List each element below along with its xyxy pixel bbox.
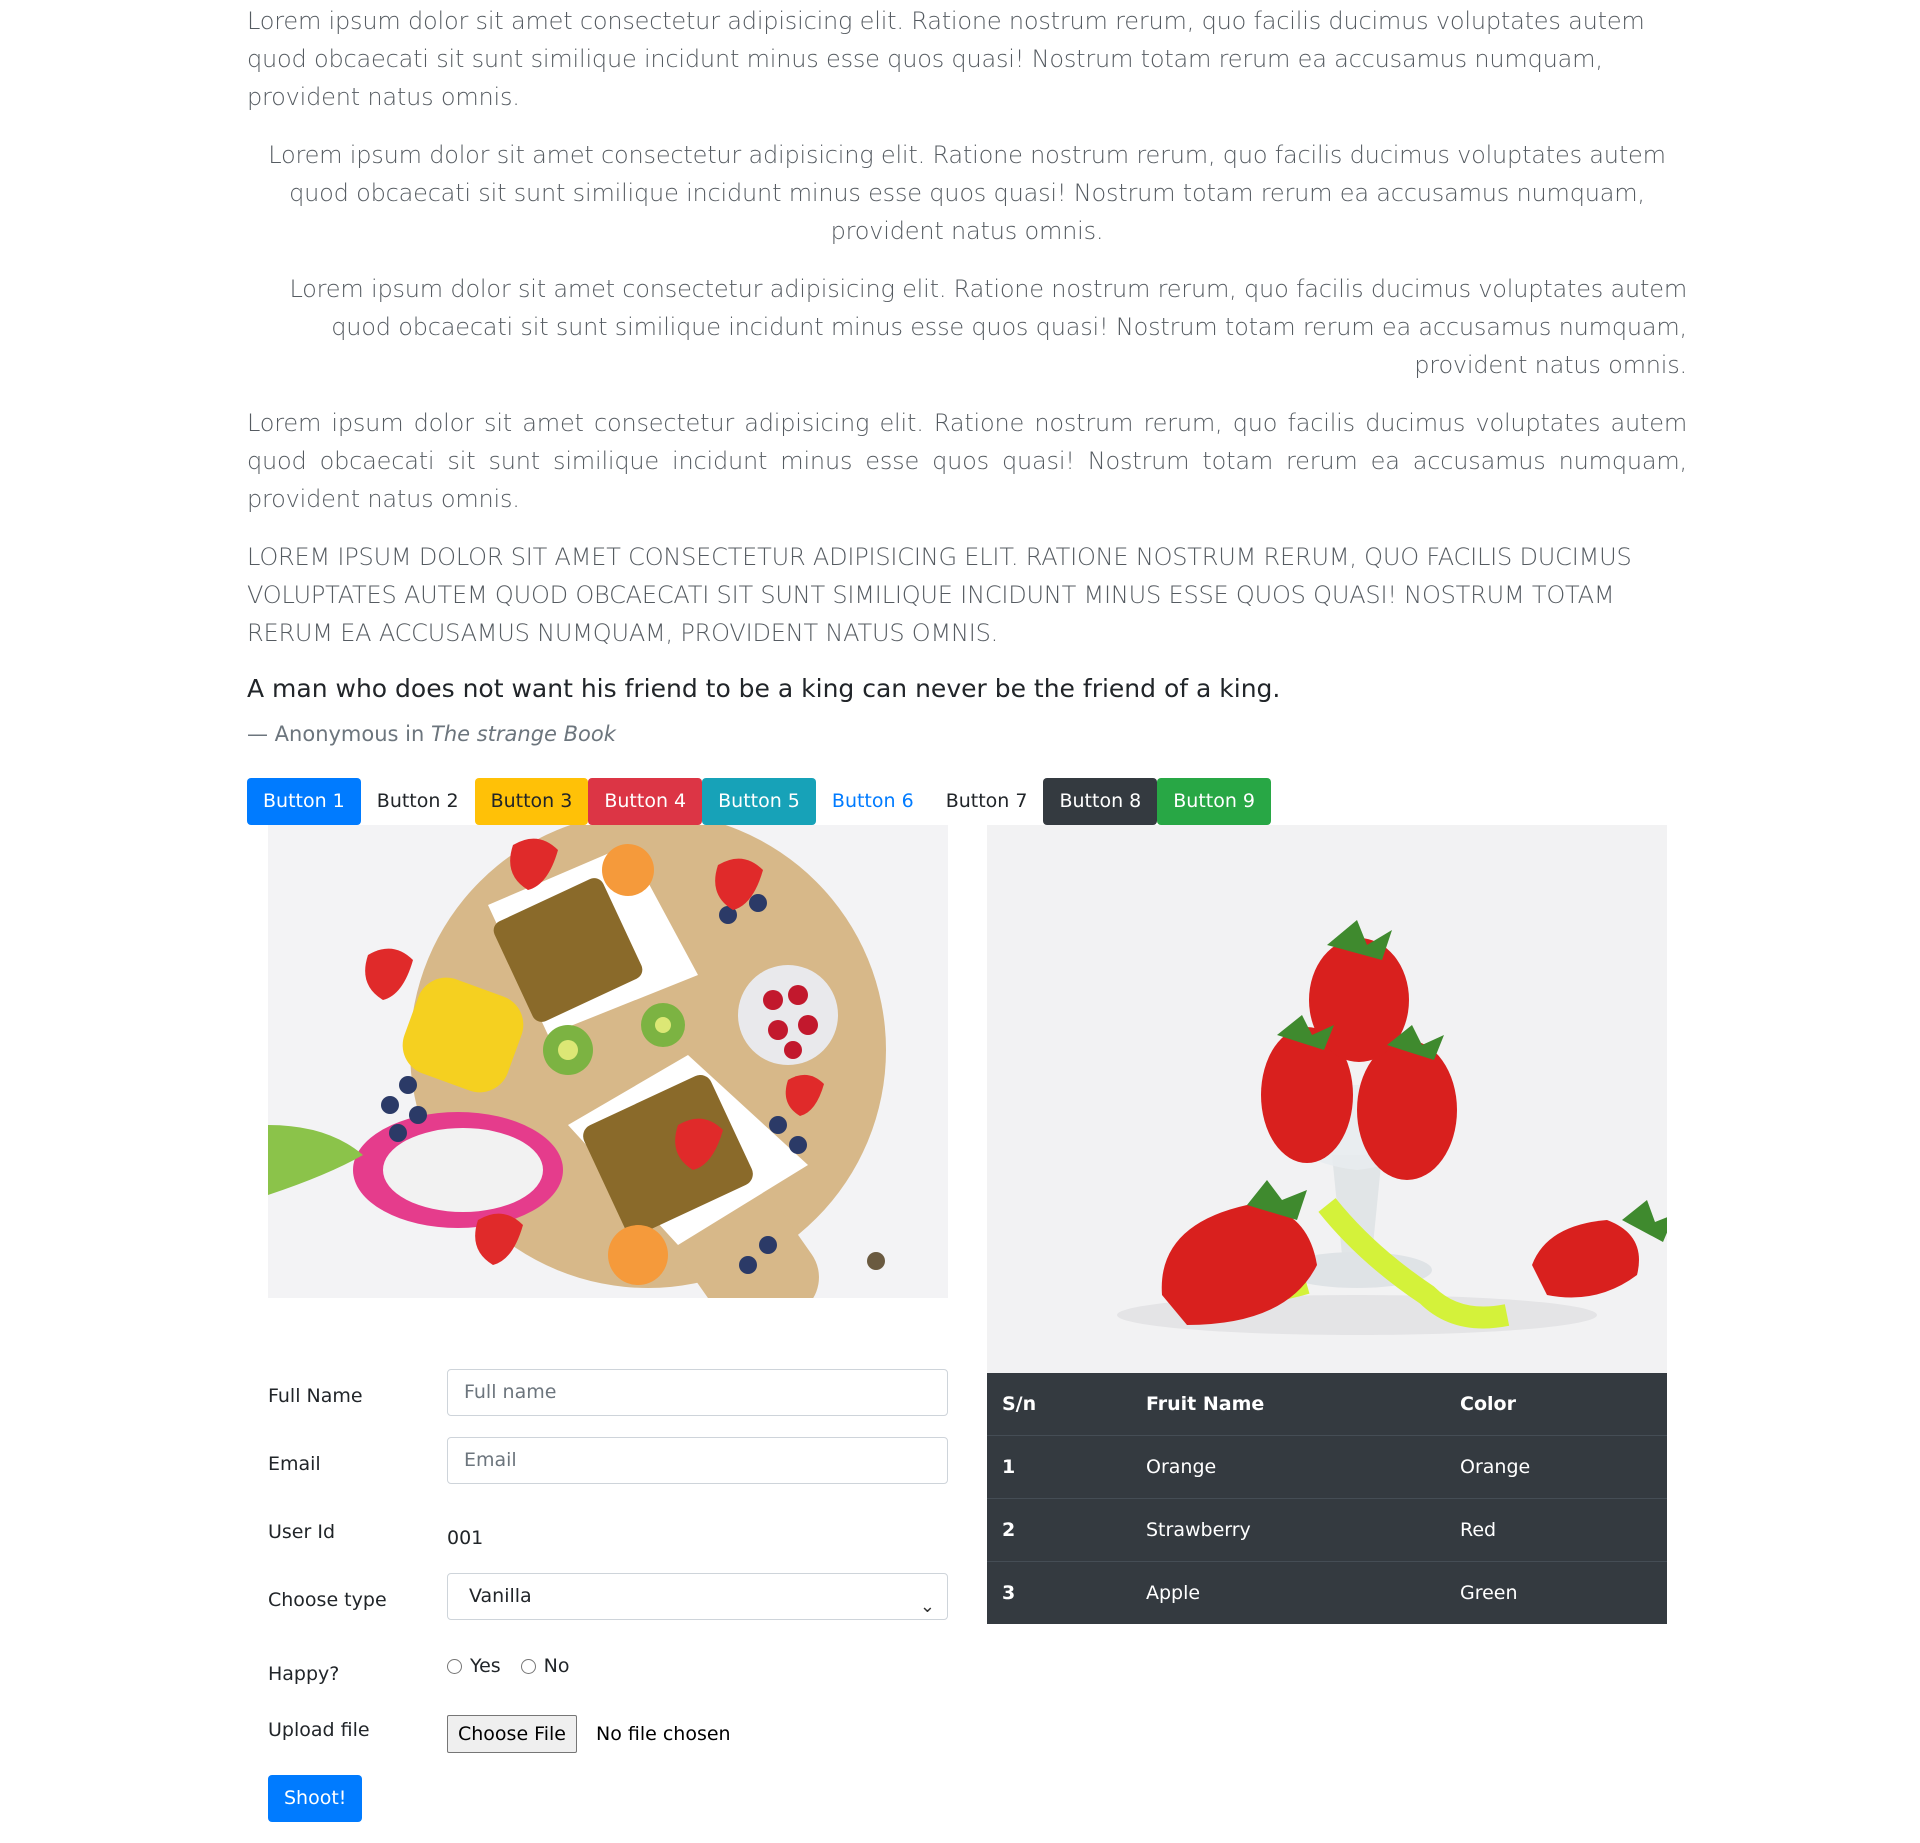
full-name-label: Full Name (268, 1385, 363, 1407)
submit-row: Shoot! (268, 1775, 948, 1843)
file-status: No file chosen (596, 1723, 731, 1745)
upload-label: Upload file (268, 1719, 370, 1741)
cell-fruit-name: Strawberry (1131, 1498, 1445, 1562)
email-label: Email (268, 1453, 321, 1475)
header-fruit-name: Fruit Name (1146, 1393, 1265, 1415)
paragraph-justify: Lorem ipsum dolor sit amet consectetur a… (247, 409, 1687, 513)
paragraph-right: Lorem ipsum dolor sit amet consectetur a… (289, 275, 1687, 379)
happy-label: Happy? (268, 1663, 340, 1685)
blockquote-footer: — Anonymous in The strange Book (247, 722, 1687, 746)
button-4[interactable]: Button 4 (588, 778, 703, 825)
cell-color: Orange (1445, 1435, 1667, 1499)
table-header-row: S/n Fruit Name Color (987, 1373, 1667, 1436)
header-color: Color (1460, 1393, 1516, 1415)
happy-yes-label: Yes (470, 1655, 501, 1677)
happy-yes-radio[interactable] (447, 1658, 462, 1674)
quote-source: The strange Book (431, 722, 616, 746)
cell-fruit-name: Apple (1131, 1561, 1445, 1624)
full-name-input[interactable]: Full name (447, 1369, 948, 1416)
button-5[interactable]: Button 5 (702, 778, 816, 825)
button-2[interactable]: Button 2 (360, 778, 475, 825)
fruit-platter-image (268, 825, 948, 1298)
user-id-row: User Id 001 (268, 1505, 948, 1573)
cell-sn: 1 (987, 1435, 1131, 1499)
choose-type-row: Choose type Vanilla ⌄ (268, 1573, 948, 1641)
strawberry-bowl-image (987, 825, 1667, 1373)
choose-type-select[interactable]: Vanilla ⌄ (447, 1573, 948, 1620)
button-6[interactable]: Button 6 (815, 778, 930, 825)
button-row: Button 1 Button 2 Button 3 Button 4 Butt… (247, 778, 1687, 825)
upload-row: Upload file Choose File No file chosen (268, 1703, 948, 1775)
header-sn: S/n (1002, 1393, 1037, 1415)
email-row: Email Email (268, 1437, 948, 1505)
page-container: Lorem ipsum dolor sit amet consectetur a… (247, 0, 1687, 1825)
fruit-table: S/n Fruit Name Color 1 Orange Orange 2 S… (987, 1373, 1667, 1624)
button-9[interactable]: Button 9 (1157, 778, 1272, 825)
full-name-row: Full Name Full name (268, 1369, 948, 1437)
user-form: Full Name Full name Email Email User Id … (268, 1369, 948, 1843)
user-id-value: 001 (447, 1527, 484, 1549)
choose-type-value: Vanilla (469, 1585, 532, 1607)
paragraph-left: Lorem ipsum dolor sit amet consectetur a… (247, 7, 1645, 111)
cell-color: Green (1445, 1561, 1667, 1624)
cell-sn: 2 (987, 1498, 1131, 1562)
paragraph-uppercase: LOREM IPSUM DOLOR SIT AMET CONSECTETUR A… (247, 543, 1632, 647)
user-id-label: User Id (268, 1521, 336, 1543)
happy-no-label: No (543, 1655, 570, 1677)
table-row: 2 Strawberry Red (987, 1498, 1667, 1562)
cell-color: Red (1445, 1498, 1667, 1562)
happy-no-radio[interactable] (520, 1658, 536, 1674)
happy-row: Happy? Yes No (268, 1641, 948, 1703)
quote-author: — Anonymous in (247, 722, 431, 746)
shoot-button[interactable]: Shoot! (268, 1775, 363, 1822)
blockquote: A man who does not want his friend to be… (247, 674, 1281, 703)
email-input[interactable]: Email (447, 1437, 948, 1484)
choose-file-button[interactable]: Choose File (447, 1715, 577, 1753)
table-row: 3 Apple Green (987, 1561, 1667, 1624)
button-1[interactable]: Button 1 (247, 778, 361, 825)
cell-sn: 3 (987, 1561, 1131, 1624)
content-row: Full Name Full name Email Email User Id … (247, 825, 1687, 1825)
choose-type-label: Choose type (268, 1589, 387, 1611)
cell-fruit-name: Orange (1131, 1435, 1445, 1499)
happy-radio-group: Yes No (447, 1655, 590, 1677)
table-row: 1 Orange Orange (987, 1435, 1667, 1499)
button-3[interactable]: Button 3 (474, 778, 589, 825)
chevron-down-icon: ⌄ (919, 1596, 935, 1617)
button-7[interactable]: Button 7 (929, 778, 1044, 825)
button-8[interactable]: Button 8 (1043, 778, 1158, 825)
paragraph-center: Lorem ipsum dolor sit amet consectetur a… (268, 141, 1666, 245)
